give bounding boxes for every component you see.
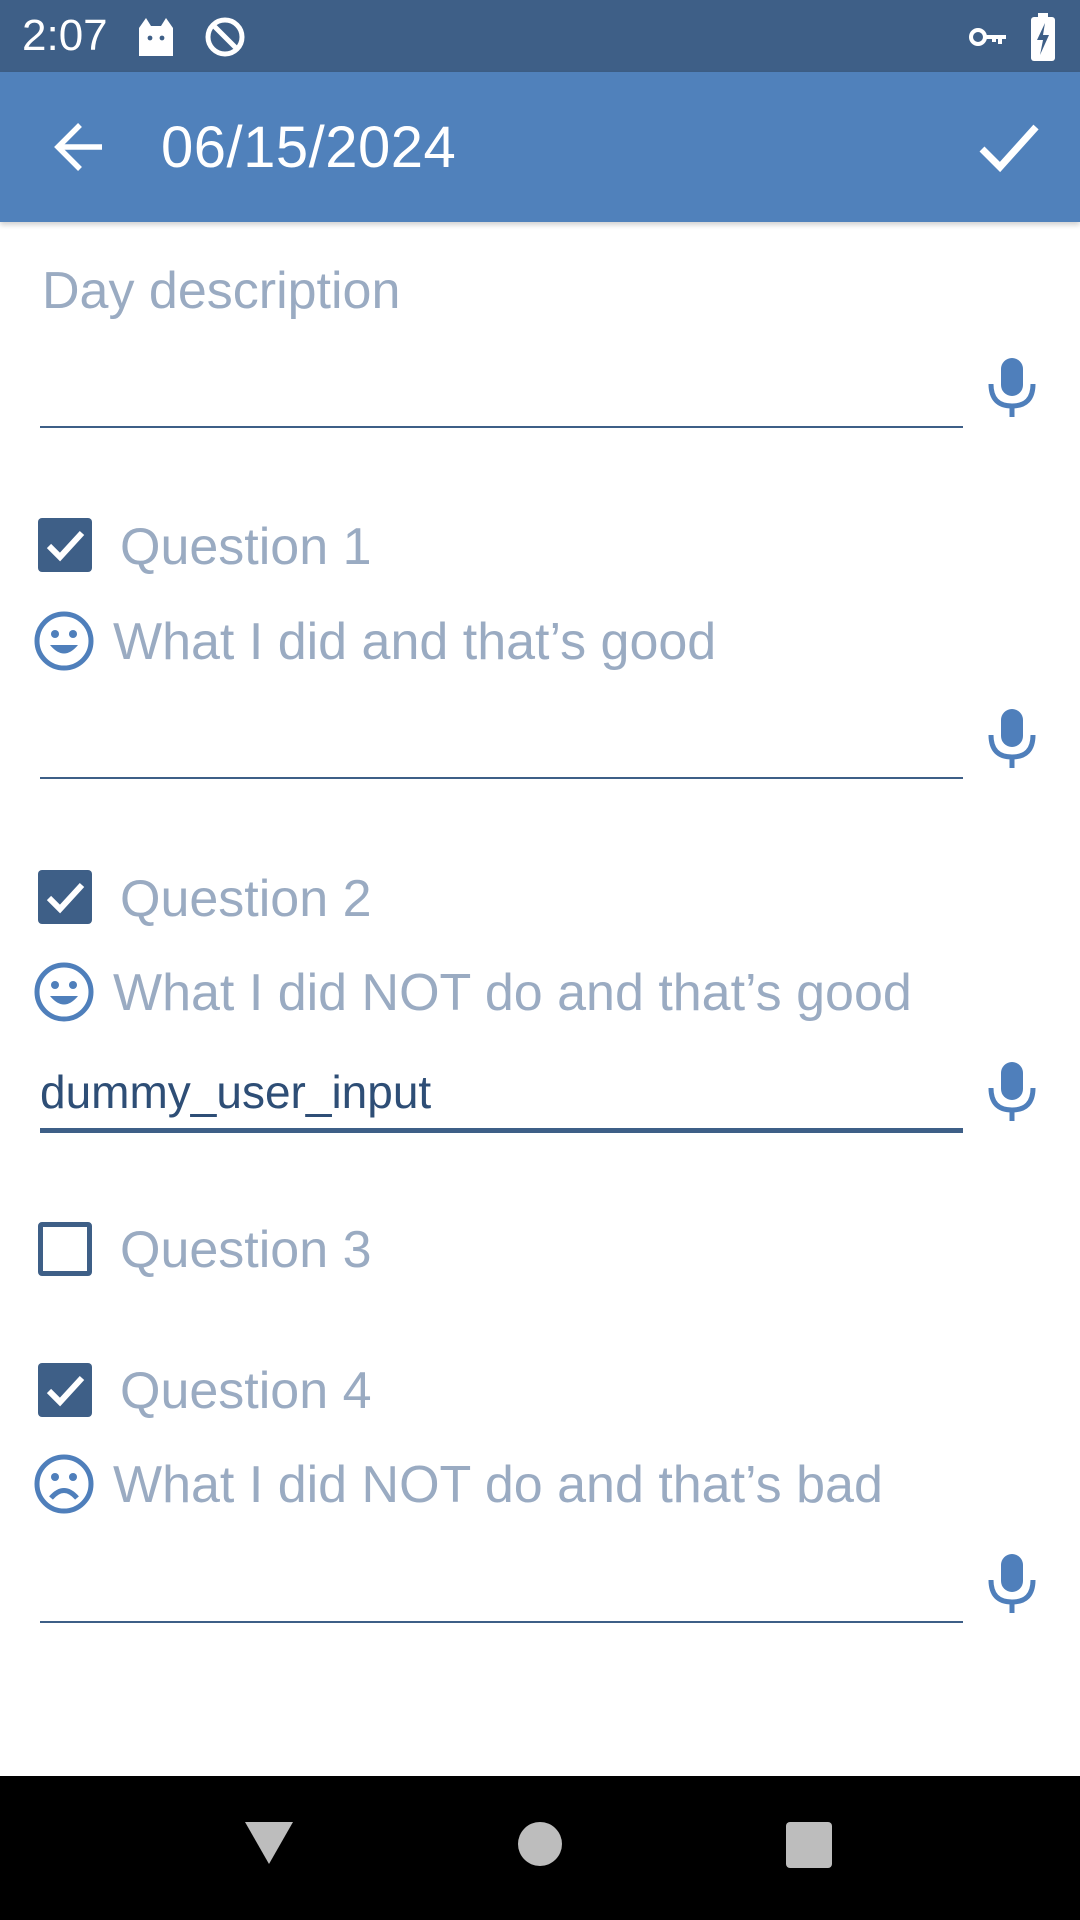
- question-1-title: Question 1: [120, 518, 372, 576]
- vpn-key-icon: [969, 28, 1006, 46]
- nav-recents-icon[interactable]: [786, 1822, 832, 1868]
- nav-back-icon[interactable]: [243, 1820, 295, 1866]
- mic-icon[interactable]: [984, 707, 1040, 769]
- app-bar: 06/15/2024: [0, 72, 1080, 222]
- question-2-title: Question 2: [120, 870, 372, 928]
- battery-charging-icon: [1031, 13, 1055, 61]
- question-4-answer-input[interactable]: [40, 1557, 963, 1613]
- question-1-prompt: What I did and that’s good: [113, 613, 717, 671]
- question-2-prompt: What I did NOT do and that’s good: [113, 964, 912, 1022]
- mic-icon[interactable]: [984, 356, 1040, 418]
- question-2-answer-input[interactable]: [40, 1064, 963, 1120]
- status-time: 2:07: [22, 11, 108, 60]
- question-1-checkbox[interactable]: [38, 518, 92, 572]
- check-mark-icon: [46, 530, 85, 562]
- question-1-answer-field[interactable]: [40, 699, 963, 779]
- status-bar: 2:07: [0, 0, 1080, 72]
- do-not-disturb-icon: [205, 17, 245, 57]
- question-4-title: Question 4: [120, 1362, 372, 1420]
- question-1-answer-input[interactable]: [40, 713, 963, 769]
- day-description-label: Day description: [42, 262, 401, 320]
- question-2-checkbox[interactable]: [38, 870, 92, 924]
- question-4-prompt: What I did NOT do and that’s bad: [113, 1456, 883, 1514]
- day-description-input[interactable]: [40, 362, 963, 418]
- arrow-back-icon[interactable]: [52, 119, 108, 175]
- page-title: 06/15/2024: [161, 115, 457, 180]
- happy-face-icon: [34, 611, 94, 671]
- nav-home-icon[interactable]: [518, 1822, 562, 1866]
- check-mark-icon: [46, 882, 85, 914]
- check-icon[interactable]: [978, 117, 1040, 177]
- happy-face-icon: [34, 962, 94, 1022]
- day-description-field[interactable]: [40, 348, 963, 428]
- mic-icon[interactable]: [984, 1552, 1040, 1614]
- cat-notification-icon: [139, 18, 173, 56]
- question-4-answer-field[interactable]: [40, 1543, 963, 1623]
- check-mark-icon: [46, 1375, 85, 1407]
- question-4-checkbox[interactable]: [38, 1363, 92, 1417]
- question-3-checkbox[interactable]: [38, 1222, 92, 1276]
- mic-icon[interactable]: [984, 1060, 1040, 1122]
- navigation-bar: [0, 1776, 1080, 1920]
- question-3-title: Question 3: [120, 1221, 372, 1279]
- sad-face-icon: [34, 1454, 94, 1514]
- question-2-answer-field[interactable]: [40, 1053, 963, 1133]
